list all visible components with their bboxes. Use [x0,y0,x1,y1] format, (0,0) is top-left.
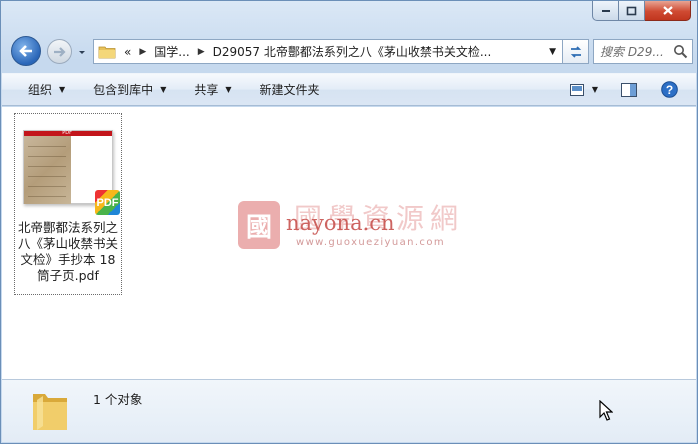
details-pane: 1 个对象 [2,379,696,442]
command-bar: 组织 ▼ 包含到库中 ▼ 共享 ▼ 新建文件夹 ▼ ? [2,73,696,106]
chevron-down-icon: ▼ [59,85,66,94]
include-in-library-button[interactable]: 包含到库中 ▼ [79,74,180,105]
breadcrumb-item[interactable]: D29057 北帝酆都法系列之八《茅山收禁书关文检... [213,43,492,60]
svg-text:?: ? [665,83,672,97]
change-view-button[interactable]: ▼ [566,79,602,101]
close-icon [662,6,673,15]
view-icon [569,83,584,96]
arrow-left-icon [19,45,32,57]
back-button[interactable] [11,36,41,66]
maximize-button[interactable] [619,1,645,21]
watermark-url: www.guoxueziyuan.com [296,237,445,248]
breadcrumb-item[interactable]: 国学... [154,43,189,60]
mouse-pointer-icon [599,400,613,421]
chevron-down-icon: ▼ [225,85,232,94]
search-input[interactable]: 搜索 D29... [593,39,693,64]
refresh-button[interactable] [563,39,589,64]
address-bar[interactable]: « ▶ 国学... ▶ D29057 北帝酆都法系列之八《茅山收禁书关文检...… [93,39,563,64]
help-button[interactable]: ? [656,79,682,101]
thumbnail-page [24,136,71,204]
help-icon: ? [660,81,678,98]
forward-button[interactable] [47,39,72,64]
chevron-down-icon[interactable]: ▼ [549,47,556,57]
navigation-row: « ▶ 国学... ▶ D29057 北帝酆都法系列之八《茅山收禁书关文检...… [9,34,693,68]
arrow-right-icon [53,46,66,57]
watermark-site: nayona.cn [286,211,395,235]
view-controls: ▼ ? [562,74,696,105]
preview-pane-icon [621,82,637,97]
maximize-icon [626,6,637,15]
minimize-button[interactable] [592,1,619,21]
explorer-window: « ▶ 国学... ▶ D29057 北帝酆都法系列之八《茅山收禁书关文检...… [0,0,698,444]
organize-button[interactable]: 组织 ▼ [2,74,79,105]
organize-label: 组织 [28,83,53,97]
share-button[interactable]: 共享 ▼ [180,74,245,105]
chevron-down-icon: ▼ [160,85,167,94]
watermark-seal: 國 [238,201,280,249]
search-placeholder: 搜索 D29... [600,45,664,59]
new-folder-label: 新建文件夹 [259,83,320,97]
status-text: 1 个对象 [93,392,143,407]
include-in-library-label: 包含到库中 [93,83,154,97]
refresh-icon [570,45,581,58]
file-name: 北帝酆都法系列之八《茅山收禁书关文检》手抄本 18筒子页.pdf [17,220,118,283]
folder-icon [98,46,116,58]
breadcrumb-overflow[interactable]: « [124,45,131,59]
pdf-file-icon: PDF [95,190,120,215]
chevron-right-icon[interactable]: ▶ [139,47,146,57]
folder-icon [33,394,67,430]
chevron-right-icon[interactable]: ▶ [198,47,205,57]
file-list-area[interactable]: PDF PDF 北帝酆都法系列之八《茅山收禁书关文检》手抄本 18筒子页.pdf… [2,107,696,379]
file-item[interactable]: PDF PDF 北帝酆都法系列之八《茅山收禁书关文检》手抄本 18筒子页.pdf [14,113,122,295]
chevron-down-icon: ▼ [591,85,599,94]
new-folder-button[interactable]: 新建文件夹 [246,74,334,105]
search-icon[interactable] [673,44,688,59]
recent-pages-chevron-icon[interactable] [76,46,88,58]
watermark: 國 國學資源網 nayona.cn www.guoxueziyuan.com [238,199,468,253]
caption-buttons [592,1,691,21]
pdf-badge-label: PDF [96,196,119,209]
minimize-icon [601,9,610,12]
preview-pane-button[interactable] [616,79,642,101]
share-label: 共享 [194,83,219,97]
close-button[interactable] [645,1,691,21]
